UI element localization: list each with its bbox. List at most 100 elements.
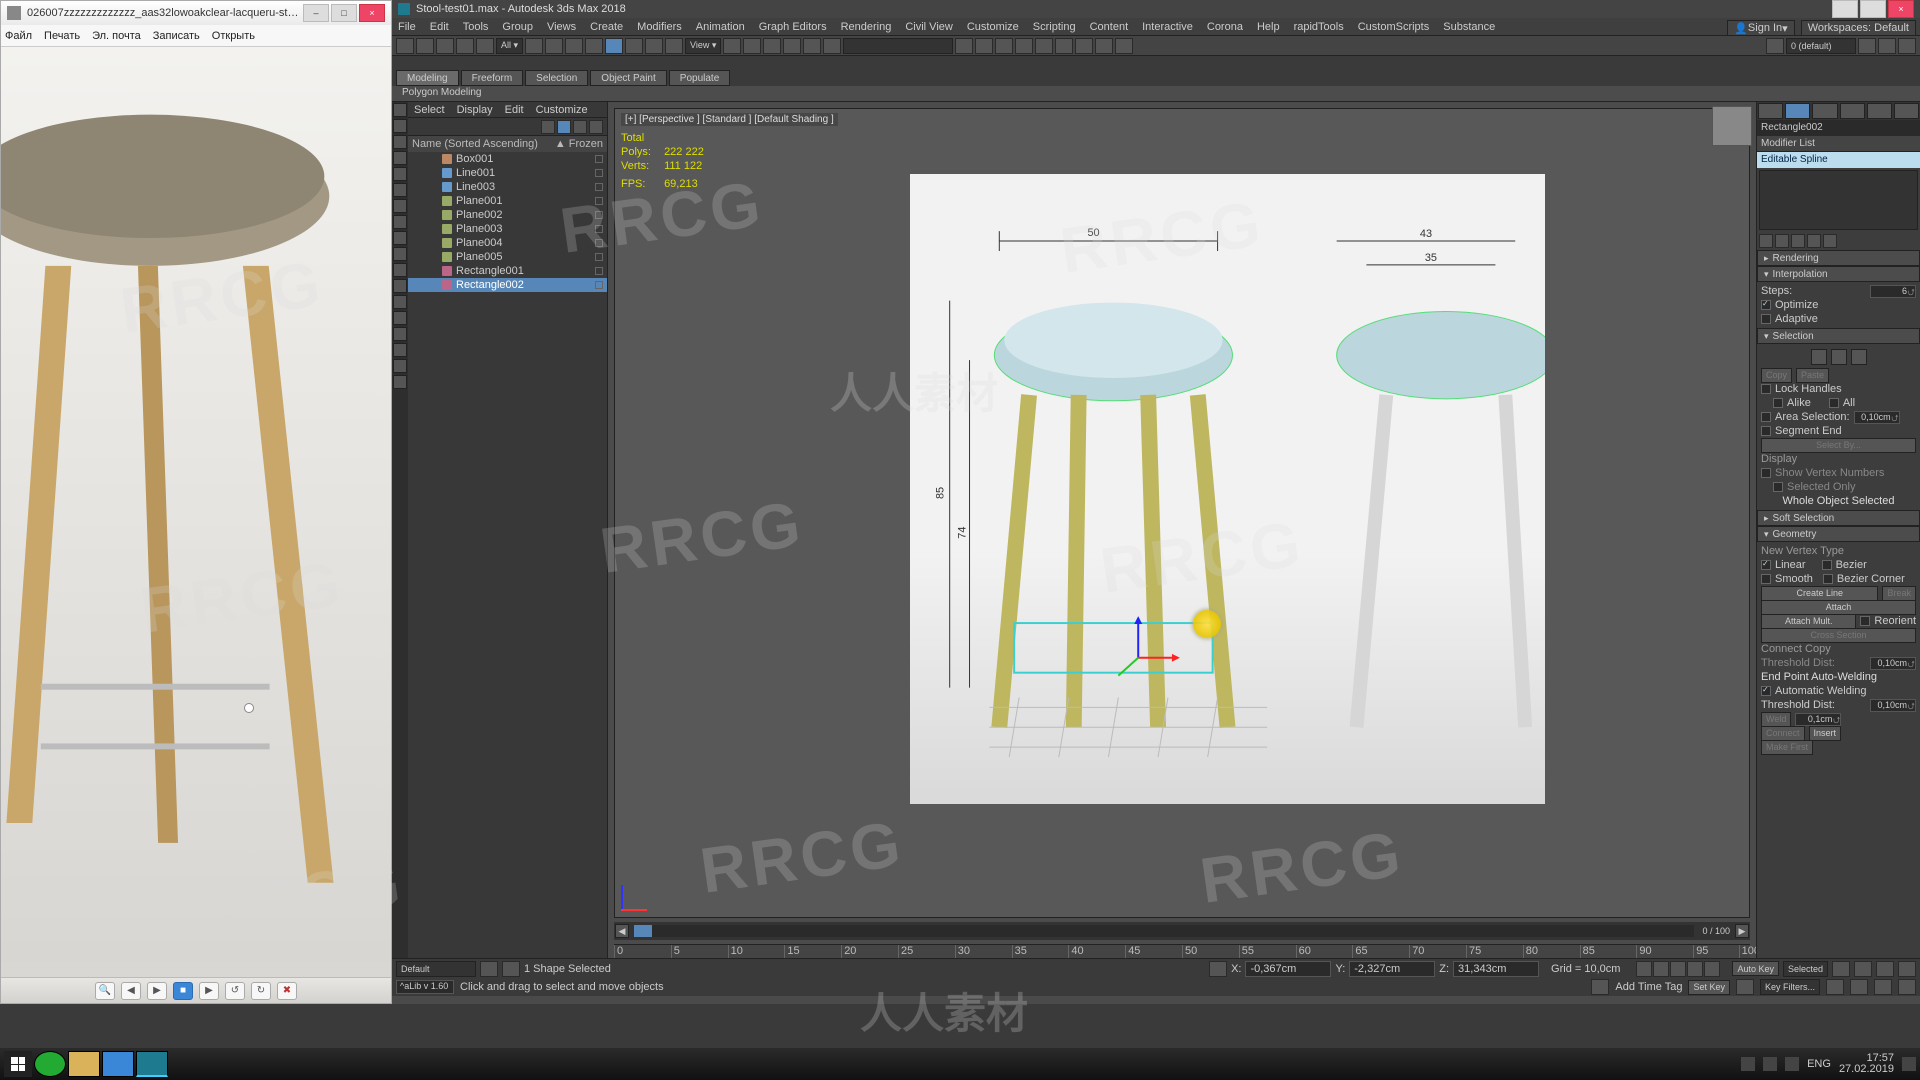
nvt-linear-radio[interactable] bbox=[1761, 560, 1771, 570]
viewer-menu-print[interactable]: Печать bbox=[44, 30, 80, 42]
stack-pin-icon[interactable] bbox=[1759, 234, 1773, 248]
attach-button[interactable]: Attach bbox=[1761, 600, 1916, 615]
nav2-1-icon[interactable] bbox=[1826, 979, 1844, 995]
rollout-soft[interactable]: Soft Selection bbox=[1757, 510, 1920, 526]
se-filter-17-icon[interactable] bbox=[393, 359, 407, 373]
se-row-line001[interactable]: Line001 bbox=[408, 166, 607, 180]
stack-unique-icon[interactable] bbox=[1791, 234, 1805, 248]
schematic-button[interactable] bbox=[1035, 38, 1053, 54]
key-filter-select[interactable]: Selected bbox=[1783, 961, 1828, 977]
placement-button[interactable] bbox=[665, 38, 683, 54]
link-button[interactable] bbox=[436, 38, 454, 54]
tl-next-icon[interactable]: ▶ bbox=[1735, 924, 1749, 938]
select-region-button[interactable] bbox=[565, 38, 583, 54]
coord-z[interactable]: 31,343cm bbox=[1453, 961, 1539, 977]
menu-edit[interactable]: Edit bbox=[430, 21, 449, 33]
menu-substance[interactable]: Substance bbox=[1443, 21, 1495, 33]
lock-selection-icon[interactable] bbox=[1209, 961, 1227, 977]
segend-checkbox[interactable] bbox=[1761, 426, 1771, 436]
optimize-checkbox[interactable] bbox=[1761, 300, 1771, 310]
cmd-tab-create[interactable] bbox=[1758, 103, 1783, 119]
strip-current-btn[interactable]: ■ bbox=[173, 982, 193, 1000]
subobj-spline-icon[interactable] bbox=[1851, 349, 1867, 365]
strip-delete-btn[interactable]: ✖ bbox=[277, 982, 297, 1000]
autokey-button[interactable]: Auto Key bbox=[1732, 961, 1779, 976]
selection-filter[interactable]: All ▾ bbox=[496, 38, 523, 54]
viewer-menu-file[interactable]: Файл bbox=[5, 30, 32, 42]
se-filter-space-icon[interactable] bbox=[393, 183, 407, 197]
area-sel-checkbox[interactable] bbox=[1761, 412, 1771, 422]
key-mode-icon[interactable] bbox=[1736, 979, 1754, 995]
iso-button[interactable] bbox=[1766, 38, 1784, 54]
menu-corona[interactable]: Corona bbox=[1207, 21, 1243, 33]
se-filter-group-icon[interactable] bbox=[393, 263, 407, 277]
time-ruler[interactable]: 0 5 10 15 20 25 30 35 40 45 50 55 60 65 … bbox=[614, 944, 1750, 958]
coord-x[interactable]: -0,367cm bbox=[1245, 961, 1331, 977]
ref-coord[interactable]: View ▾ bbox=[685, 38, 721, 54]
tl-prev-icon[interactable]: ◀ bbox=[615, 924, 629, 938]
cmd-tab-hierarchy[interactable] bbox=[1812, 103, 1837, 119]
percent-snap-button[interactable] bbox=[803, 38, 821, 54]
strip-zoom-btn[interactable]: 🔍 bbox=[95, 982, 115, 1000]
nav2-3-icon[interactable] bbox=[1874, 979, 1892, 995]
autoweld-checkbox[interactable] bbox=[1761, 686, 1771, 696]
se-config-icon[interactable] bbox=[589, 120, 603, 134]
render-setup-button[interactable] bbox=[1075, 38, 1093, 54]
menu-interactive[interactable]: Interactive bbox=[1142, 21, 1193, 33]
cmd-tab-modify[interactable] bbox=[1785, 103, 1810, 119]
viewcube[interactable] bbox=[1712, 106, 1752, 146]
strip-play-btn[interactable]: ▶ bbox=[147, 982, 167, 1000]
max-close-button[interactable]: × bbox=[1888, 0, 1914, 18]
nav-pan-icon[interactable] bbox=[1832, 961, 1850, 977]
max-min-button[interactable]: – bbox=[1832, 0, 1858, 18]
menu-scripting[interactable]: Scripting bbox=[1033, 21, 1076, 33]
se-row-rect001[interactable]: Rectangle001 bbox=[408, 264, 607, 278]
material-slot[interactable]: Default bbox=[396, 961, 476, 977]
play-icon[interactable] bbox=[1670, 961, 1686, 977]
stack-editable-spline[interactable]: Editable Spline bbox=[1757, 152, 1920, 168]
viewer-max-button[interactable]: □ bbox=[331, 4, 357, 22]
se-row-rect002[interactable]: Rectangle002 bbox=[408, 278, 607, 292]
stack-config-icon[interactable] bbox=[1823, 234, 1837, 248]
snap-button[interactable] bbox=[763, 38, 781, 54]
prev-frame-icon[interactable] bbox=[1653, 961, 1669, 977]
modifier-stack[interactable] bbox=[1759, 170, 1918, 230]
se-row-plane005[interactable]: Plane005 bbox=[408, 250, 607, 264]
nvt-bezcorn-radio[interactable] bbox=[1823, 574, 1833, 584]
ribbon-subpanel[interactable]: Polygon Modeling bbox=[392, 86, 1920, 102]
scale-button[interactable] bbox=[645, 38, 663, 54]
se-filter-frozen-icon[interactable] bbox=[393, 231, 407, 245]
se-menu-edit[interactable]: Edit bbox=[505, 104, 524, 116]
se-filter-light-icon[interactable] bbox=[393, 135, 407, 149]
rollout-rendering[interactable]: Rendering bbox=[1757, 250, 1920, 266]
menu-rapidtools[interactable]: rapidTools bbox=[1294, 21, 1344, 33]
bind-button[interactable] bbox=[476, 38, 494, 54]
render-button[interactable] bbox=[1115, 38, 1133, 54]
menu-tools[interactable]: Tools bbox=[463, 21, 489, 33]
menu-group[interactable]: Group bbox=[502, 21, 533, 33]
select-name-button[interactable] bbox=[545, 38, 563, 54]
redo-button[interactable] bbox=[416, 38, 434, 54]
area-spinner[interactable]: 0,10cm bbox=[1854, 411, 1900, 424]
menu-content[interactable]: Content bbox=[1090, 21, 1129, 33]
connect-button[interactable]: Connect bbox=[1761, 726, 1805, 741]
menu-rendering[interactable]: Rendering bbox=[841, 21, 892, 33]
viewport[interactable]: [+] [Perspective ] [Standard ] [Default … bbox=[614, 108, 1750, 918]
se-filter-18-icon[interactable] bbox=[393, 375, 407, 389]
layers-button[interactable] bbox=[995, 38, 1013, 54]
strip-rotright-btn[interactable]: ↻ bbox=[251, 982, 271, 1000]
se-row-box001[interactable]: Box001 bbox=[408, 152, 607, 166]
se-row-plane001[interactable]: Plane001 bbox=[408, 194, 607, 208]
viewer-menu-open[interactable]: Открыть bbox=[212, 30, 255, 42]
viewport-label[interactable]: [+] [Perspective ] [Standard ] [Default … bbox=[621, 113, 838, 126]
tray-notif-icon[interactable] bbox=[1902, 1057, 1916, 1071]
task-3dsmax[interactable] bbox=[136, 1051, 168, 1077]
steps-spinner[interactable]: 6 bbox=[1870, 285, 1916, 298]
task-explorer[interactable] bbox=[68, 1051, 100, 1077]
extra-3-button[interactable] bbox=[1898, 38, 1916, 54]
copy-button[interactable]: Copy bbox=[1761, 368, 1792, 383]
makefirst-button[interactable]: Make First bbox=[1761, 740, 1813, 755]
nav-max-icon[interactable] bbox=[1898, 961, 1916, 977]
ribbon-tab-freeform[interactable]: Freeform bbox=[461, 70, 524, 86]
mirror-button[interactable] bbox=[955, 38, 973, 54]
